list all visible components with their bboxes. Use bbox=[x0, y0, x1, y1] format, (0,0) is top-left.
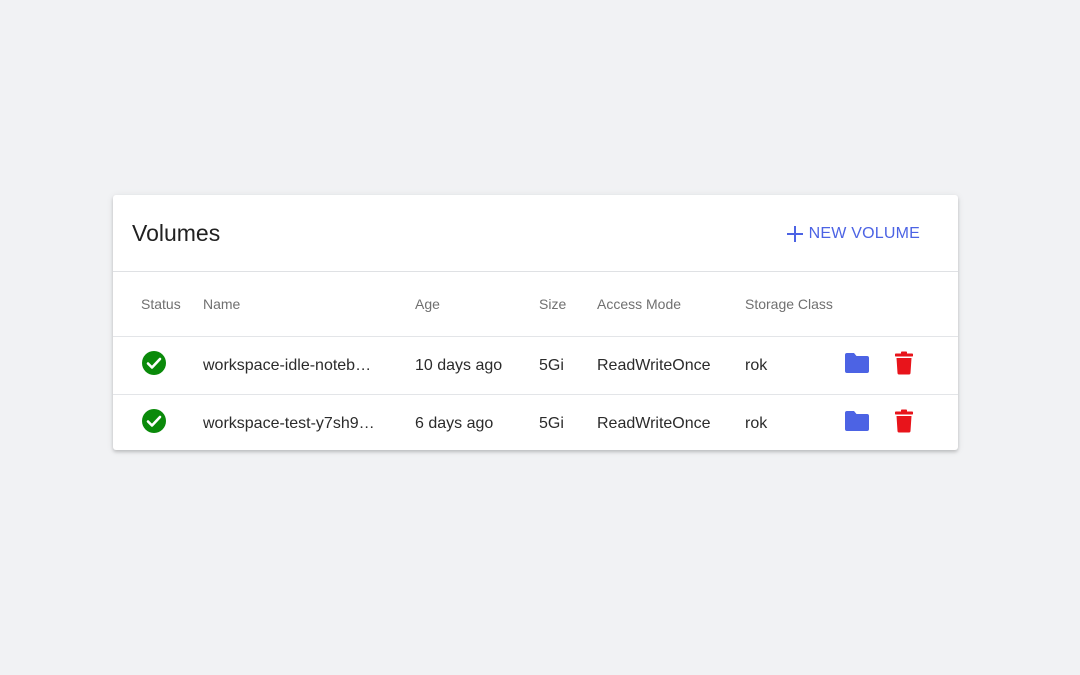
volume-age: 6 days ago bbox=[415, 414, 494, 432]
new-volume-label: NEW VOLUME bbox=[808, 225, 920, 242]
card-header: Volumes NEW VOLUME bbox=[113, 195, 958, 272]
volume-access-mode: ReadWriteOnce bbox=[597, 414, 711, 432]
card-title: Volumes bbox=[132, 220, 221, 246]
volume-name: workspace-idle-noteb… bbox=[203, 356, 372, 374]
browse-volume-button[interactable] bbox=[844, 337, 870, 394]
column-header-age[interactable]: Age bbox=[415, 272, 440, 336]
trash-icon bbox=[894, 351, 914, 380]
column-header-size[interactable]: Size bbox=[539, 272, 566, 336]
folder-icon bbox=[844, 410, 870, 437]
volume-storage-class: rok bbox=[745, 414, 768, 432]
volume-age: 10 days ago bbox=[415, 356, 503, 374]
check-circle-icon bbox=[141, 350, 167, 381]
table-row: workspace-idle-noteb… 10 days ago 5Gi Re… bbox=[113, 337, 958, 395]
delete-volume-button[interactable] bbox=[894, 395, 914, 452]
table-header-row: Status Name Age Size Access Mode Storage… bbox=[113, 272, 958, 337]
volume-access-mode: ReadWriteOnce bbox=[597, 356, 711, 374]
table-row: workspace-test-y7sh9… 6 days ago 5Gi Rea… bbox=[113, 395, 958, 452]
volumes-card: Volumes NEW VOLUME Status Name Age Size … bbox=[113, 195, 958, 450]
column-header-name[interactable]: Name bbox=[203, 272, 383, 336]
column-header-status[interactable]: Status bbox=[141, 272, 181, 336]
volume-name: workspace-test-y7sh9… bbox=[203, 414, 375, 432]
column-header-access-mode[interactable]: Access Mode bbox=[597, 272, 681, 336]
status-cell bbox=[141, 337, 167, 394]
status-cell bbox=[141, 395, 167, 452]
new-volume-button[interactable]: NEW VOLUME bbox=[786, 221, 920, 247]
check-circle-icon bbox=[141, 408, 167, 439]
browse-volume-button[interactable] bbox=[844, 395, 870, 452]
volume-size: 5Gi bbox=[539, 356, 564, 374]
volume-storage-class: rok bbox=[745, 356, 768, 374]
column-header-storage-class[interactable]: Storage Class bbox=[745, 272, 833, 336]
folder-icon bbox=[844, 352, 870, 379]
volume-size: 5Gi bbox=[539, 414, 564, 432]
delete-volume-button[interactable] bbox=[894, 337, 914, 394]
page: Volumes NEW VOLUME Status Name Age Size … bbox=[0, 0, 1080, 675]
volumes-table: Status Name Age Size Access Mode Storage… bbox=[113, 272, 958, 452]
trash-icon bbox=[894, 409, 914, 438]
plus-icon bbox=[786, 225, 804, 243]
